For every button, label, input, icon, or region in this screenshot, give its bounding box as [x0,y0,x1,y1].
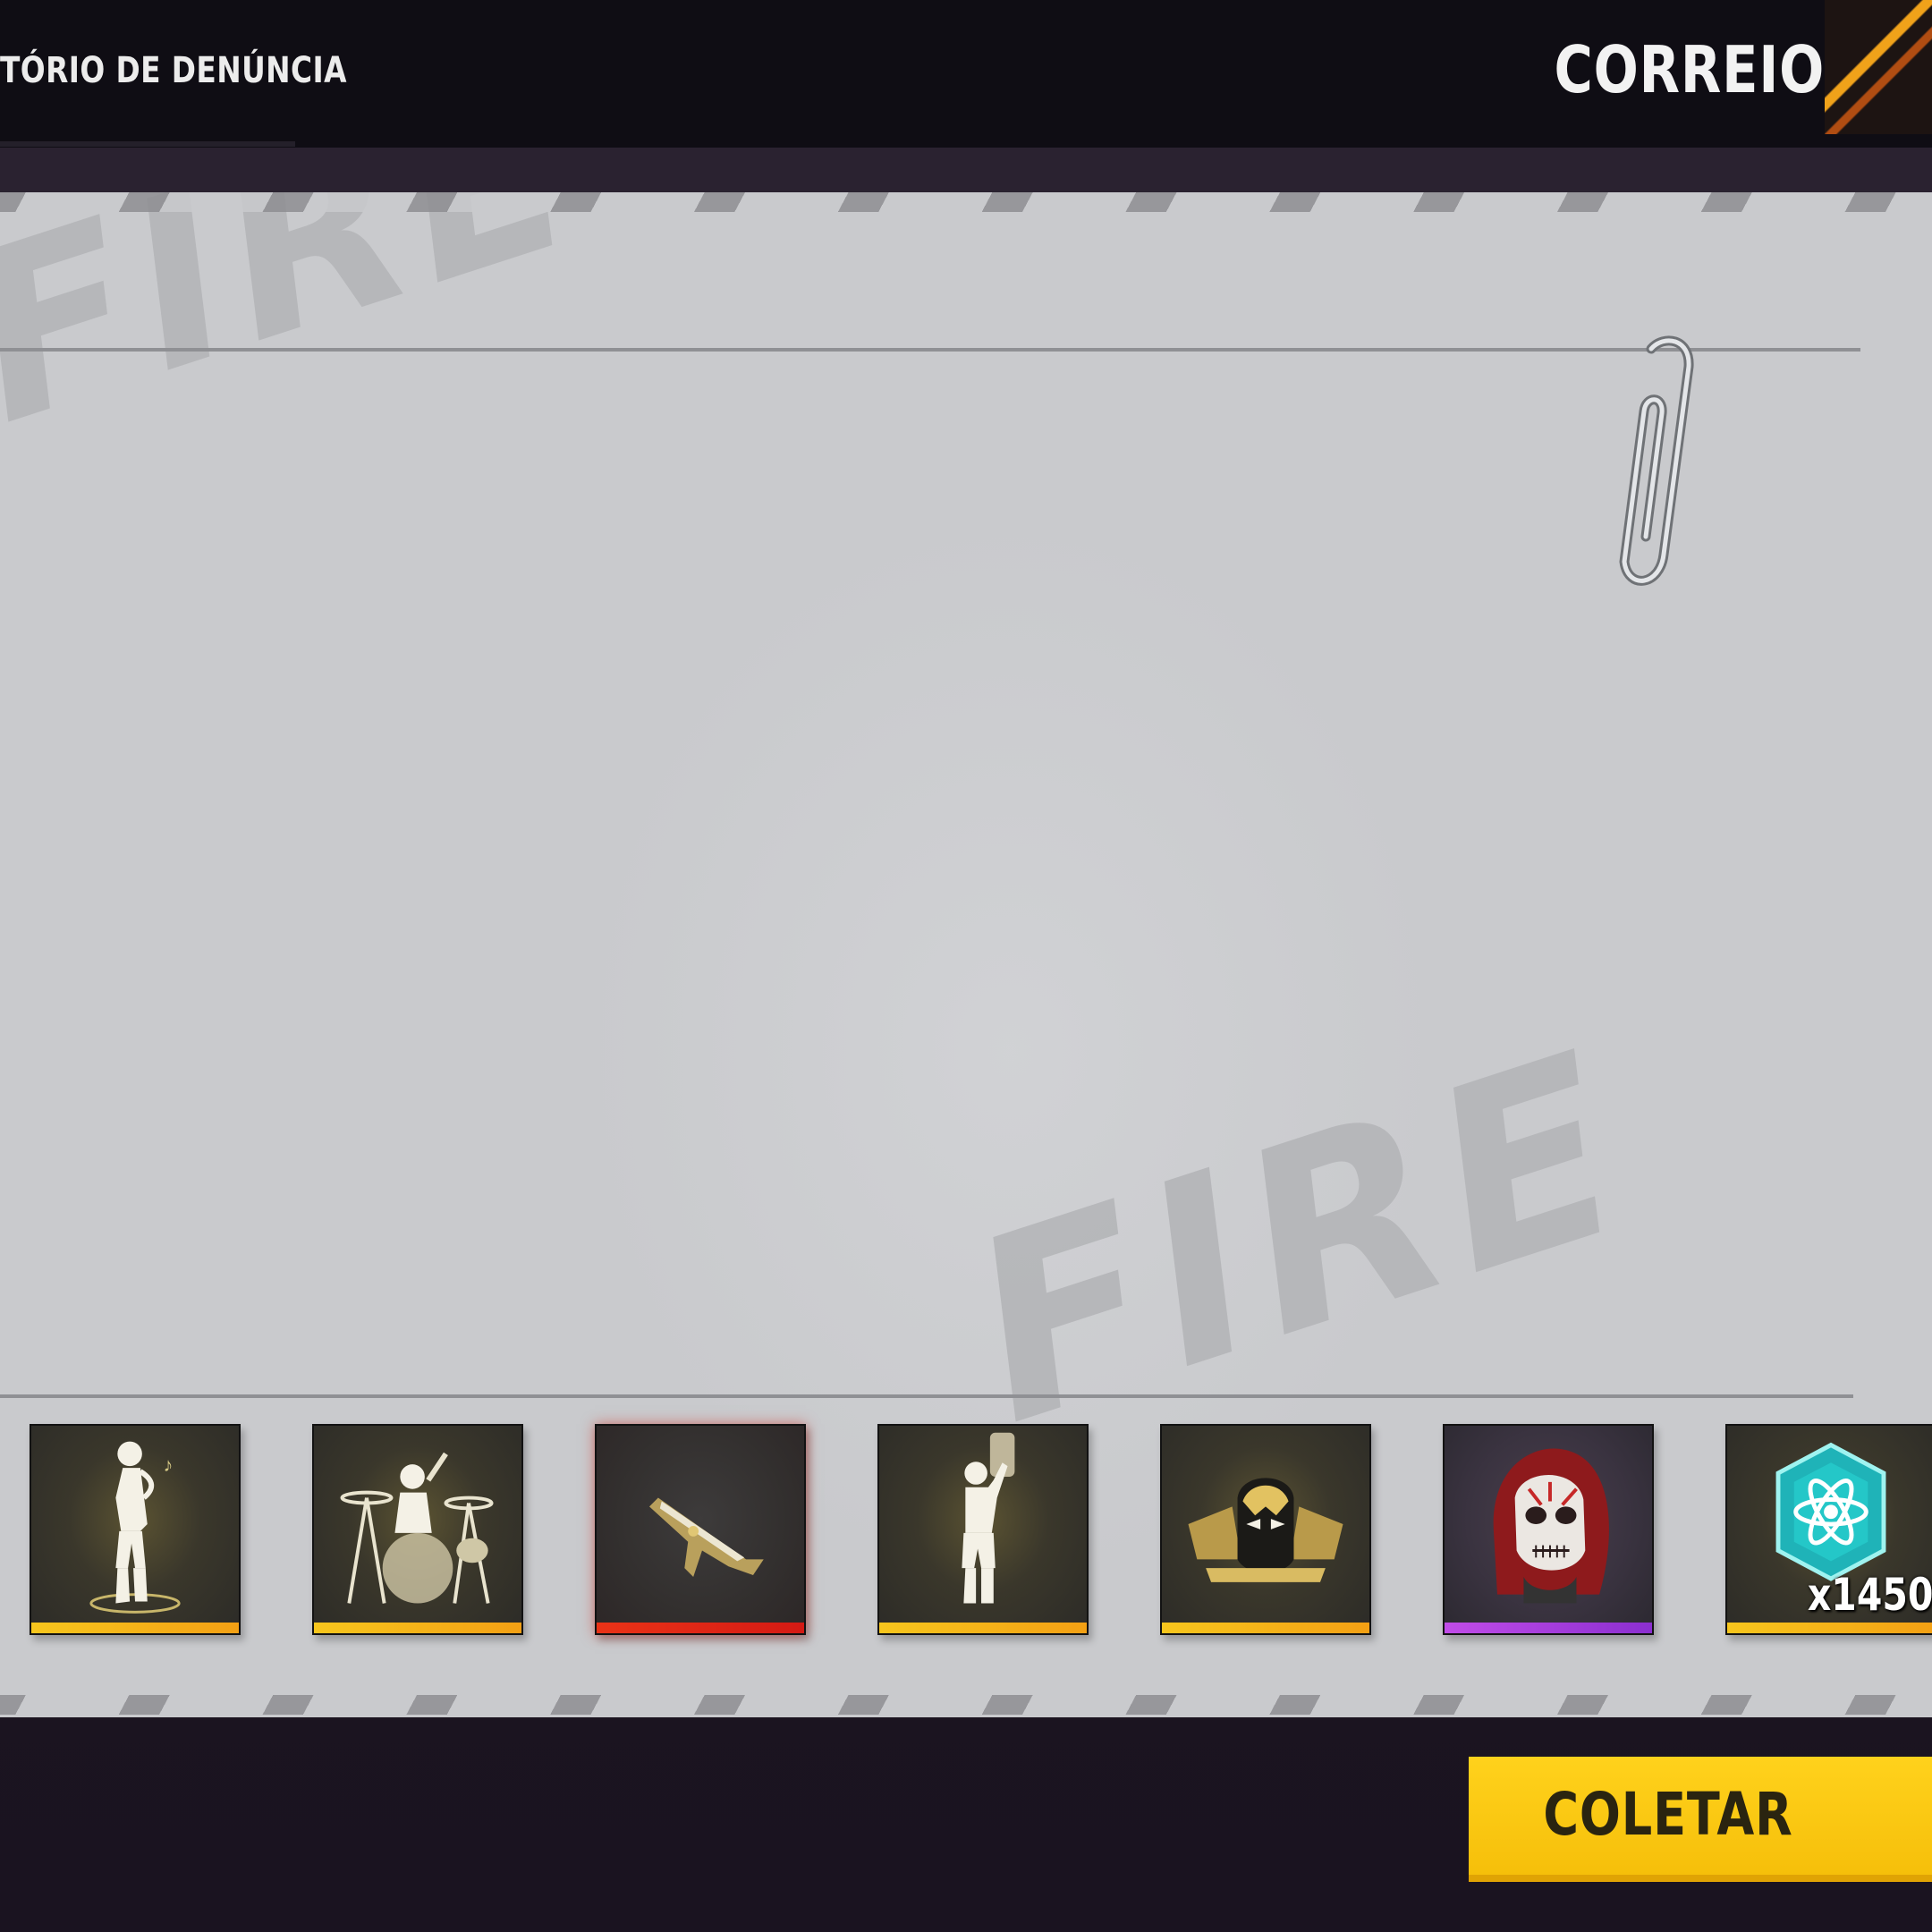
page-title: CORREIO [1554,32,1825,107]
corner-accent-decoration [1825,0,1932,134]
collect-button[interactable]: COLETAR [1469,1757,1932,1882]
gold-mask-icon [1162,1426,1369,1626]
divider-line [0,1394,1853,1398]
reward-item[interactable]: ♪ [30,1424,241,1635]
trophy-emote-icon [879,1426,1087,1626]
mail-screen: TÓRIO DE DENÚNCIA CORREIO FIRE FIRE ♪ x1… [0,0,1932,1932]
watermark-logo: FIRE [0,192,610,477]
rarity-bar [314,1623,521,1633]
reward-item[interactable] [312,1424,523,1635]
collect-button-label: COLETAR [1543,1780,1793,1849]
rarity-bar [1727,1623,1932,1633]
rarity-bar [31,1623,239,1633]
tab-underline [0,141,295,147]
skull-mask-icon [1445,1426,1652,1626]
svg-text:♪: ♪ [163,1453,173,1476]
reward-item[interactable] [595,1424,806,1635]
rarity-bar [1445,1623,1652,1633]
rarity-bar [1162,1623,1369,1633]
hazard-stripe-bottom [0,1695,1932,1715]
weapon-skin-icon [597,1426,804,1626]
rarity-bar [597,1623,804,1633]
header-band [0,148,1932,192]
drum-kit-emote-icon [314,1426,521,1626]
item-quantity: x1450 [1807,1569,1932,1621]
hazard-stripe-top [0,192,1932,212]
top-bar: TÓRIO DE DENÚNCIA CORREIO [0,0,1932,148]
reward-item[interactable] [1160,1424,1371,1635]
reward-item[interactable]: x1450 [1725,1424,1932,1635]
report-tab-label[interactable]: TÓRIO DE DENÚNCIA [0,50,347,91]
reward-item[interactable] [1443,1424,1654,1635]
rarity-bar [879,1623,1087,1633]
saxophone-emote-icon: ♪ [31,1426,239,1626]
paperclip-icon [1574,331,1699,599]
reward-item[interactable] [877,1424,1089,1635]
